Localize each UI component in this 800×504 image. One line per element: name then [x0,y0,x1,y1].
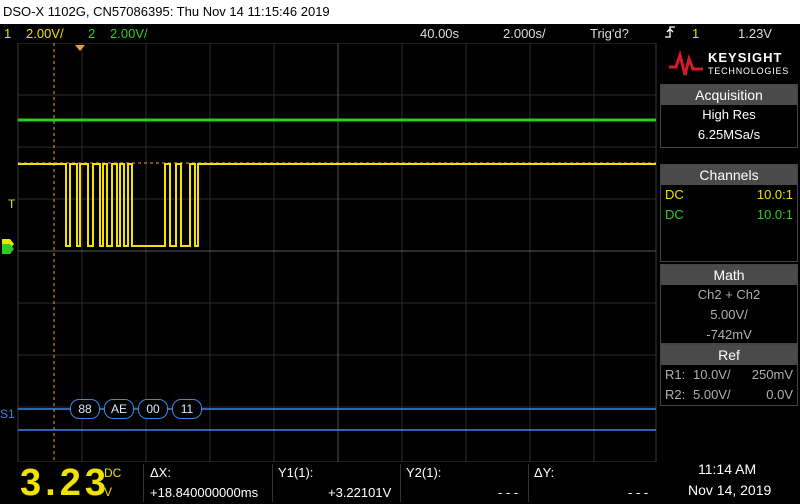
ref-row-1[interactable]: R1: 10.0V/ 250mV [661,365,797,385]
decode-byte: AE [104,399,134,419]
ref-row-2[interactable]: R2: 5.00V/ 0.0V [661,385,797,405]
scope-status-bar: 1 2.00V/ 2 2.00V/ 40.00s 2.000s/ Trig'd?… [0,24,800,43]
acquisition-header: Acquisition [661,85,797,105]
window-title: DSO-X 1102G, CN57086395: Thu Nov 14 11:1… [3,4,330,19]
ref1-offset: 250mV [751,367,793,382]
meter-unit: V [104,485,113,499]
brand-subtitle: TECHNOLOGIES [708,66,790,76]
clock-date: Nov 14, 2019 [688,482,772,498]
sample-rate: 6.25MSa/s [697,127,761,142]
ref1-scale: 10.0V/ [693,367,731,382]
channel-row-1[interactable]: DC 10.0:1 [661,185,797,205]
ref-header: Ref [661,345,797,365]
acquisition-panel[interactable]: Acquisition High Res 6.25MSa/s [660,84,798,148]
y2-value: - - - [498,485,519,500]
horizontal-position[interactable]: 40.00s [420,24,459,43]
delta-x-label: ΔX: [150,465,171,480]
y2-label: Y2(1): [406,465,442,480]
ch1-scale[interactable]: 2.00V/ [26,24,64,43]
ref2-name: R2: [665,387,686,402]
trigger-source[interactable]: 1 [692,24,699,43]
ch1-probe: 10.0:1 [756,187,793,202]
ref-panel[interactable]: Ref R1: 10.0V/ 250mV R2: 5.00V/ 0.0V [660,344,798,406]
ch1-waveform [18,163,656,247]
y1-label: Y1(1): [278,465,314,480]
math-scale: 5.00V/ [710,307,748,322]
trigger-level[interactable]: 1.23V [738,24,772,43]
channel-row-2[interactable]: DC 10.0:1 [661,205,797,225]
meter-coupling: DC [104,466,122,480]
acquisition-mode: High Res [702,107,756,122]
ch1-coupling: DC [665,187,684,202]
delta-y-label: ΔY: [534,465,555,480]
delta-y-value: - - - [628,485,649,500]
ch2-scale[interactable]: 2.00V/ [110,24,148,43]
channels-header: Channels [661,165,797,185]
time-scale[interactable]: 2.000s/ [503,24,546,43]
math-header: Math [661,265,797,285]
trigger-level-label: T [8,197,16,211]
ch2-probe: 10.0:1 [756,207,793,222]
decode-byte: 88 [70,399,100,419]
window-title-bar: DSO-X 1102G, CN57086395: Thu Nov 14 11:1… [0,0,800,24]
channels-panel[interactable]: Channels DC 10.0:1 DC 10.0:1 [660,164,798,262]
serial-bus-label: S1 [0,407,15,421]
ref2-scale: 5.00V/ [693,387,731,402]
divider [400,464,401,502]
divider [272,464,273,502]
waveform-display[interactable] [0,43,660,462]
trigger-position-marker[interactable] [75,45,85,51]
brand-name: KEYSIGHT [708,50,783,65]
trigger-state: Trig'd? [590,26,629,41]
keysight-wave-icon [669,51,703,76]
ch2-coupling: DC [665,207,684,222]
clock-time: 11:14 AM [698,461,757,477]
ref2-offset: 0.0V [766,387,793,402]
y1-value: +3.22101V [328,485,392,500]
delta-x-value: +18.840000000ms [150,485,259,500]
meter-value: 3.23 [20,462,110,504]
ch2-number[interactable]: 2 [88,24,95,43]
ch1-number[interactable]: 1 [4,24,11,43]
ch1-ground-marker[interactable] [2,239,14,254]
decode-byte: 11 [172,399,202,419]
divider [143,464,144,502]
trigger-edge-icon [664,24,676,45]
math-operation: Ch2 + Ch2 [697,287,761,302]
brand-logo: KEYSIGHT TECHNOLOGIES [666,47,794,83]
divider [528,464,529,502]
math-offset: -742mV [706,327,752,342]
math-panel[interactable]: Math Ch2 + Ch2 5.00V/ -742mV [660,264,798,344]
ref1-name: R1: [665,367,686,382]
decode-byte: 00 [138,399,168,419]
